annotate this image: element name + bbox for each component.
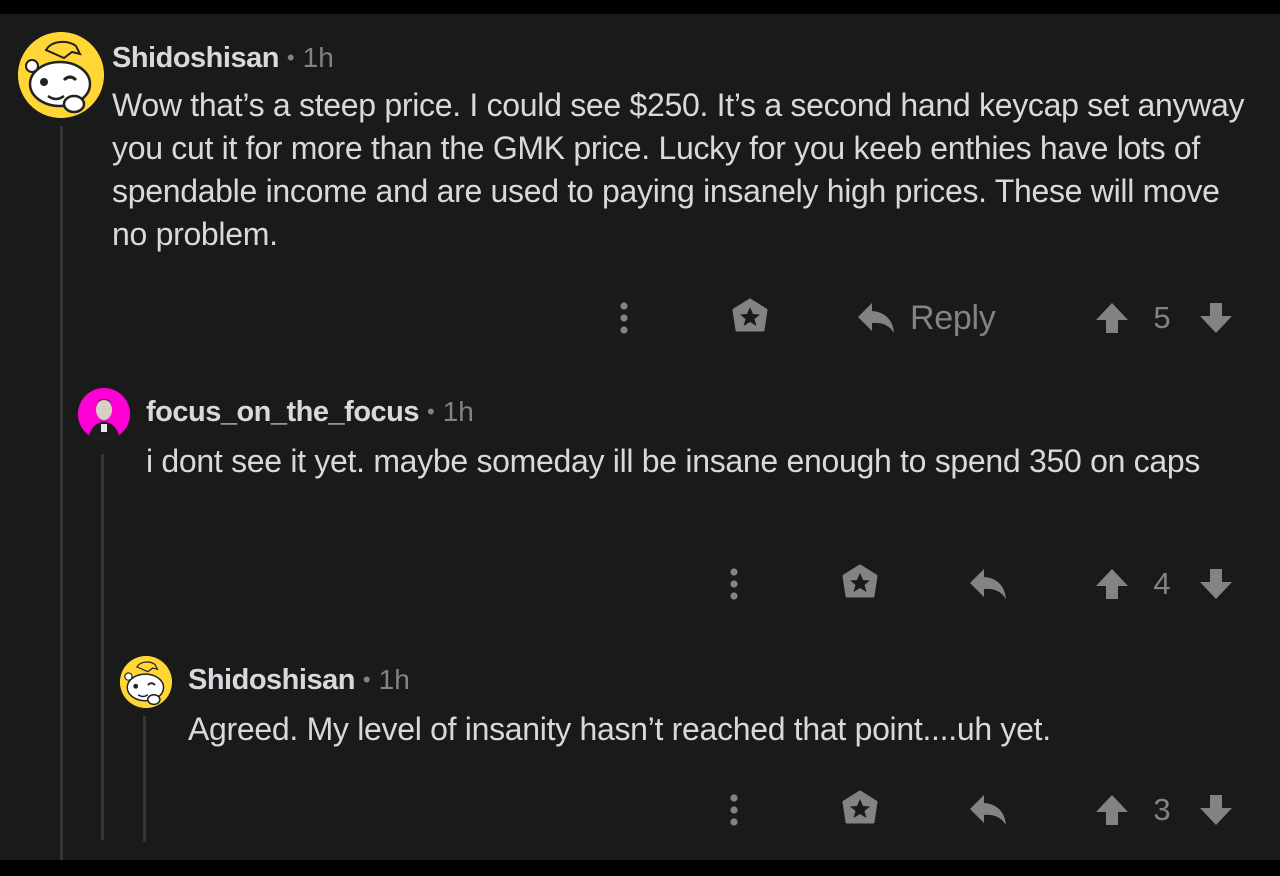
timestamp: 1h: [378, 664, 410, 695]
reply-button[interactable]: [966, 786, 1010, 834]
snoo-avatar-icon: [120, 656, 172, 708]
avatar[interactable]: [78, 388, 130, 440]
comment-meta: Shidoshisan • 1h: [188, 660, 410, 700]
comment-actions: 3: [0, 786, 1280, 834]
downvote-arrow-icon: [1200, 569, 1232, 599]
reply-button[interactable]: Reply: [856, 294, 1016, 342]
comment-body: Wow that’s a steep price. I could see $2…: [112, 87, 1245, 252]
username[interactable]: Shidoshisan: [188, 664, 355, 697]
timestamp: 1h: [302, 42, 334, 73]
vote-score: 4: [1142, 560, 1182, 608]
downvote-arrow-icon: [1200, 303, 1232, 333]
comment-thread: Shidoshisan • 1h Wow that’s a steep pric…: [0, 14, 1280, 860]
more-options-button[interactable]: [716, 786, 752, 834]
reply-arrow-icon: [970, 569, 1006, 599]
username[interactable]: focus_on_the_focus: [146, 396, 420, 429]
comment-meta: Shidoshisan • 1h: [112, 38, 334, 78]
award-icon: [842, 790, 878, 824]
award-button[interactable]: [838, 788, 882, 832]
more-vertical-icon: [620, 302, 628, 334]
separator-dot: •: [362, 667, 371, 692]
reply-label: Reply: [910, 298, 996, 337]
more-options-button[interactable]: [716, 560, 752, 608]
reply-button[interactable]: [966, 560, 1010, 608]
award-button[interactable]: [728, 296, 772, 340]
portrait-avatar-icon: [78, 388, 130, 440]
comment-body: Agreed. My level of insanity hasn’t reac…: [188, 711, 1051, 747]
separator-dot: •: [286, 45, 295, 70]
separator-dot: •: [427, 399, 435, 424]
upvote-arrow-icon: [1096, 303, 1128, 333]
avatar[interactable]: [120, 656, 172, 708]
reply-arrow-icon: [970, 795, 1006, 825]
comment-actions: 4: [0, 560, 1280, 608]
score-count: 3: [1153, 792, 1171, 827]
upvote-button[interactable]: [1092, 296, 1132, 340]
award-icon: [842, 564, 878, 598]
more-vertical-icon: [730, 794, 738, 826]
reply-arrow-icon: [858, 303, 894, 333]
comment-actions: Reply 5: [0, 294, 1280, 342]
upvote-button[interactable]: [1092, 562, 1132, 606]
downvote-button[interactable]: [1196, 788, 1236, 832]
avatar[interactable]: [18, 32, 104, 118]
downvote-button[interactable]: [1196, 562, 1236, 606]
thread-line[interactable]: [101, 454, 104, 840]
score-count: 5: [1153, 300, 1171, 335]
more-options-button[interactable]: [606, 294, 642, 342]
more-vertical-icon: [730, 568, 738, 600]
score-count: 4: [1153, 566, 1171, 601]
upvote-button[interactable]: [1092, 788, 1132, 832]
award-icon: [732, 298, 768, 332]
username[interactable]: Shidoshisan: [112, 42, 279, 75]
comment-meta: focus_on_the_focus • 1h: [146, 392, 474, 432]
vote-score: 5: [1142, 294, 1182, 342]
upvote-arrow-icon: [1096, 795, 1128, 825]
upvote-arrow-icon: [1096, 569, 1128, 599]
downvote-arrow-icon: [1200, 795, 1232, 825]
comment-body: i dont see it yet. maybe someday ill be …: [146, 443, 1201, 479]
thread-line[interactable]: [60, 126, 63, 860]
timestamp: 1h: [442, 396, 474, 427]
award-button[interactable]: [838, 562, 882, 606]
vote-score: 3: [1142, 786, 1182, 834]
downvote-button[interactable]: [1196, 296, 1236, 340]
snoo-avatar-icon: [18, 32, 104, 118]
